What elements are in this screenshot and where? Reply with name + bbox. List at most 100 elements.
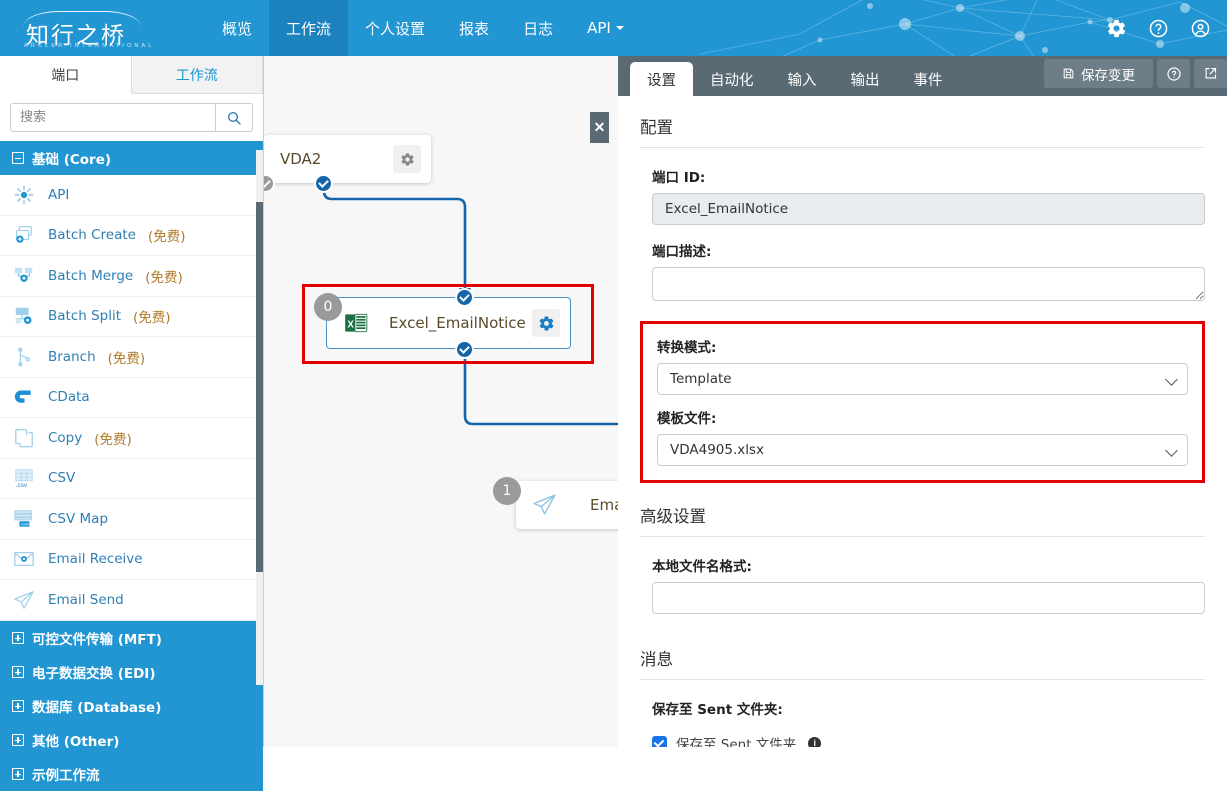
- node-output-connector-vda2[interactable]: [314, 174, 333, 193]
- port-id-input[interactable]: [652, 193, 1205, 225]
- node-settings-gear-icon[interactable]: [393, 145, 421, 173]
- tab-automation[interactable]: 自动化: [693, 62, 771, 96]
- port-label: CData: [48, 389, 90, 406]
- svg-text:CSV: CSV: [21, 521, 30, 526]
- nav-label: 个人设置: [365, 19, 426, 38]
- left-sidebar: 端口 工作流 基础 (Core) API Batch Create (免费): [0, 56, 264, 791]
- field-group-port-description: 端口描述:: [640, 240, 1205, 306]
- sidebar-scrollbar[interactable]: [256, 150, 263, 685]
- app-logo[interactable]: 知行之桥 ARCLER INTERNATIONAL: [18, 7, 152, 51]
- save-changes-button[interactable]: 保存变更: [1044, 59, 1153, 88]
- sidebar-group-edi[interactable]: 电子数据交换 (EDI): [0, 654, 263, 689]
- node-output-connector-excel[interactable]: [455, 340, 474, 359]
- template-file-select[interactable]: VDA4905.xlsx: [657, 434, 1188, 466]
- nav-label: 报表: [459, 19, 490, 38]
- info-icon[interactable]: i: [808, 736, 822, 747]
- nav-item-reports[interactable]: 报表: [442, 0, 506, 56]
- sidebar-group-mft[interactable]: 可控文件传输 (MFT): [0, 620, 263, 655]
- port-item-batch-merge[interactable]: Batch Merge (免费): [0, 256, 263, 297]
- sidebar-tab-workflows[interactable]: 工作流: [132, 56, 263, 93]
- port-label: Batch Split: [48, 308, 122, 325]
- nav-label: 工作流: [286, 19, 332, 38]
- nav-label: 概览: [222, 19, 253, 38]
- template-file-label: 模板文件:: [657, 411, 717, 427]
- sidebar-group-other[interactable]: 其他 (Other): [0, 722, 263, 757]
- port-label: Copy: [48, 429, 83, 446]
- nav-item-api[interactable]: API: [570, 0, 641, 56]
- sidebar-tab-ports[interactable]: 端口: [0, 56, 132, 94]
- port-item-csv[interactable]: .csv CSV: [0, 459, 263, 499]
- port-item-email-send[interactable]: Email Send: [0, 580, 263, 621]
- panel-help-button[interactable]: [1157, 59, 1190, 88]
- user-account-icon[interactable]: [1189, 17, 1211, 39]
- batch-create-icon: [12, 223, 36, 247]
- tab-label: 工作流: [175, 67, 218, 84]
- sidebar-group-sample-workflows[interactable]: 示例工作流: [0, 756, 263, 791]
- sidebar-scrollbar-thumb[interactable]: [256, 202, 263, 572]
- sidebar-group-core[interactable]: 基础 (Core): [0, 141, 263, 175]
- chevron-down-icon: [615, 26, 624, 30]
- plus-box-icon: [12, 767, 24, 780]
- panel-tabbar: 设置 自动化 输入 输出 事件 保存变更: [618, 56, 1227, 96]
- convert-mode-select[interactable]: Template: [657, 363, 1188, 395]
- node-input-connector-excel[interactable]: [455, 288, 474, 307]
- node-index-badge-1: 1: [493, 477, 521, 505]
- workflow-node-excel-emailnotice[interactable]: X Excel_EmailNotice: [326, 297, 571, 349]
- nav-item-personal-settings[interactable]: 个人设置: [348, 0, 442, 56]
- batch-split-icon: [12, 304, 36, 328]
- port-item-batch-create[interactable]: Batch Create (免费): [0, 216, 263, 256]
- sent-folder-label: 保存至 Sent 文件夹:: [652, 702, 783, 718]
- panel-toolbar: 保存变更: [1044, 59, 1227, 88]
- search-input[interactable]: [10, 103, 215, 132]
- email-send-icon: [12, 588, 36, 612]
- port-item-csv-map[interactable]: CSV CSV Map: [0, 499, 263, 540]
- port-description-textarea[interactable]: [652, 267, 1205, 301]
- port-fee: (免费): [94, 431, 132, 448]
- template-file-select-wrap: VDA4905.xlsx: [657, 434, 1188, 466]
- tab-input[interactable]: 输入: [771, 62, 834, 96]
- top-header: 知行之桥 ARCLER INTERNATIONAL 概览 工作流 个人设置 报表…: [0, 0, 1227, 56]
- csv-map-icon: CSV: [12, 507, 36, 531]
- node-title: Email: [590, 496, 618, 514]
- divider: [640, 536, 1205, 537]
- sidebar-tabbar: 端口 工作流: [0, 56, 263, 94]
- workflow-node-vda2[interactable]: VDA2: [264, 135, 431, 183]
- group-label: 可控文件传输 (MFT): [32, 631, 162, 648]
- local-filename-format-input[interactable]: [652, 582, 1205, 614]
- sent-folder-checkbox[interactable]: [652, 735, 667, 747]
- svg-text:X: X: [347, 319, 354, 330]
- port-item-email-receive[interactable]: Email Receive: [0, 540, 263, 580]
- section-title-config: 配置: [640, 118, 673, 137]
- tab-events[interactable]: 事件: [897, 62, 960, 96]
- tab-settings[interactable]: 设置: [630, 62, 693, 96]
- copy-icon: [12, 426, 36, 450]
- panel-popout-button[interactable]: [1194, 59, 1227, 88]
- right-settings-panel: 设置 自动化 输入 输出 事件 保存变更 配置 端口 ID: 端口描述:: [618, 56, 1227, 747]
- node-title: Excel_EmailNotice: [389, 314, 526, 332]
- port-item-cdata[interactable]: CData: [0, 378, 263, 418]
- port-item-batch-split[interactable]: Batch Split (免费): [0, 297, 263, 337]
- search-button[interactable]: [215, 103, 253, 132]
- port-item-copy[interactable]: Copy (免费): [0, 418, 263, 459]
- plus-box-icon: [12, 665, 24, 678]
- convert-mode-select-wrap: Template: [657, 363, 1188, 395]
- group-label: 电子数据交换 (EDI): [32, 665, 156, 682]
- close-icon[interactable]: ✕: [590, 112, 609, 143]
- help-circle-icon[interactable]: [1147, 17, 1169, 39]
- workflow-canvas[interactable]: VDA2 0 X Excel_EmailNotice 1 Email ✕: [264, 56, 618, 747]
- nav-item-logs[interactable]: 日志: [506, 0, 570, 56]
- port-fee: (免费): [107, 350, 146, 367]
- port-item-branch[interactable]: Branch (免费): [0, 337, 263, 378]
- sidebar-group-database[interactable]: 数据库 (Database): [0, 688, 263, 723]
- divider: [640, 679, 1205, 680]
- gear-icon[interactable]: [1105, 17, 1127, 39]
- nav-label: API: [587, 19, 611, 37]
- nav-item-overview[interactable]: 概览: [205, 0, 269, 56]
- nav-label: 日志: [523, 19, 554, 38]
- port-item-api[interactable]: API: [0, 175, 263, 216]
- node-settings-gear-icon[interactable]: [532, 309, 560, 337]
- nav-item-workflow[interactable]: 工作流: [269, 0, 349, 56]
- workflow-node-email[interactable]: Email: [516, 481, 618, 529]
- tab-output[interactable]: 输出: [834, 62, 897, 96]
- sent-folder-checkbox-row: 保存至 Sent 文件夹 i: [640, 733, 1205, 747]
